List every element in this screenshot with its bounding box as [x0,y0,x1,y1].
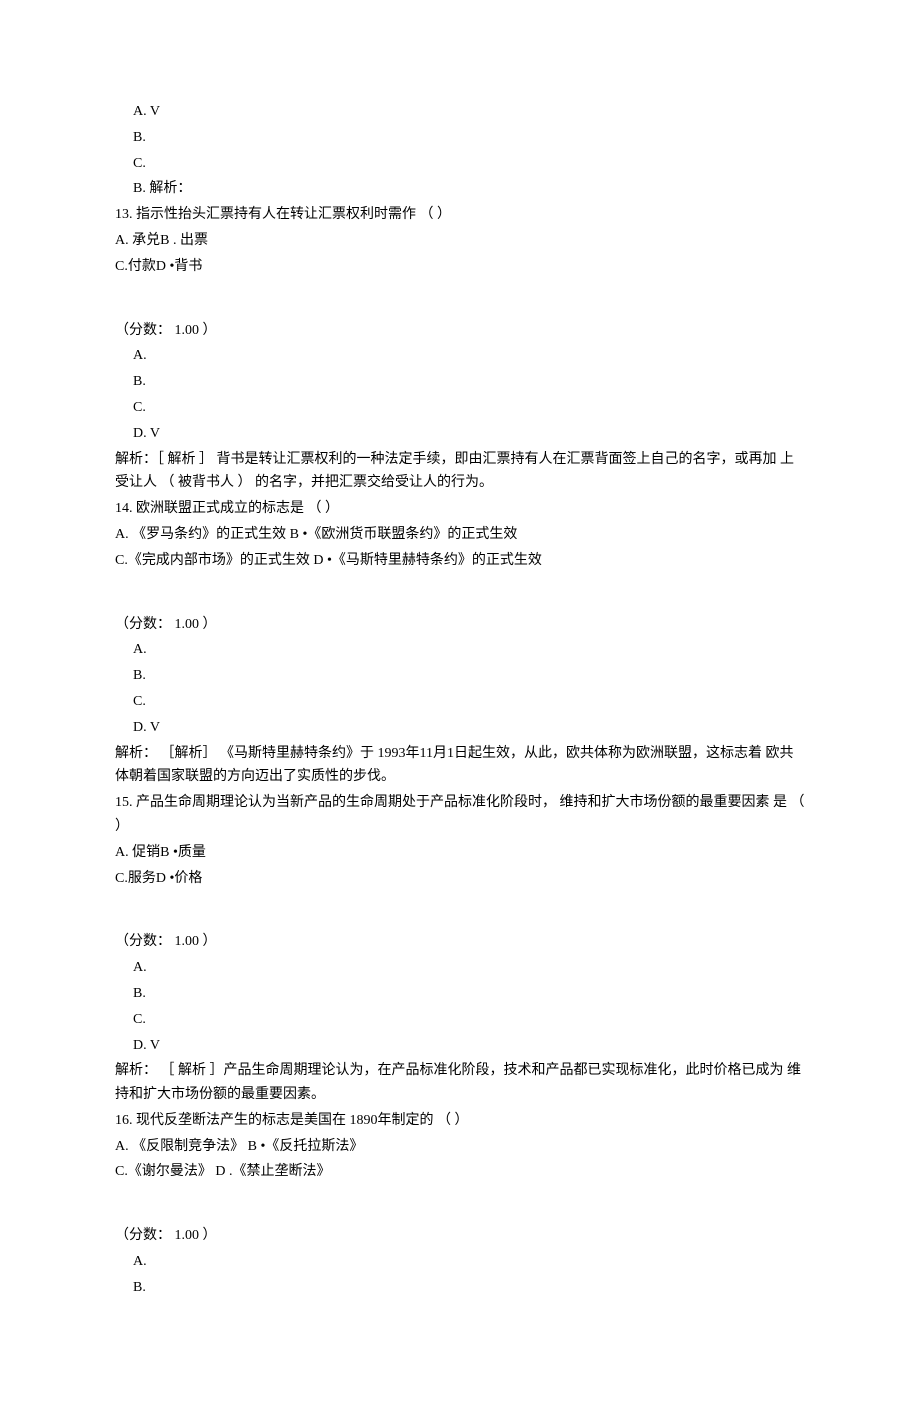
q15-score: （分数： 1.00 ） [115,930,805,954]
q14-option-c: C. [115,690,805,714]
q16-score: （分数： 1.00 ） [115,1224,805,1248]
q13-option-c: C. [115,396,805,420]
q15-option-b: B. [115,982,805,1006]
q16-option-b: B. [115,1276,805,1300]
q15-option-c: C. [115,1008,805,1032]
q13-options-line1: A. 承兑B . 出票 [115,229,805,253]
q16-options-line1: A. 《反限制竞争法》 B •《反托拉斯法》 [115,1135,805,1159]
q14-options-line2: C.《完成内部市场》的正式生效 D •《马斯特里赫特条约》的正式生效 [115,549,805,573]
q12-answer-label: B. 解析： [115,177,805,201]
q13-options-line2: C.付款D •背书 [115,255,805,279]
q13-option-d: D. V [115,422,805,446]
q14-option-a: A. [115,638,805,662]
q13-stem: 13. 指示性抬头汇票持有人在转让汇票权利时需作 （ ） [115,203,805,227]
q15-options-line1: A. 促销B •质量 [115,841,805,865]
q12-option-a: A. V [115,100,805,124]
q15-analysis: 解析： ［ 解析 ］产品生命周期理论认为，在产品标准化阶段，技术和产品都已实现标… [115,1059,805,1107]
q15-options-line2: C.服务D •价格 [115,867,805,891]
q12-option-b: B. [115,126,805,150]
q13-score: （分数： 1.00 ） [115,319,805,343]
q13-analysis: 解析：［ 解析 ］ 背书是转让汇票权利的一种法定手续，即由汇票持有人在汇票背面签… [115,448,805,496]
q14-option-d: D. V [115,716,805,740]
q16-option-a: A. [115,1250,805,1274]
q14-options-line1: A. 《罗马条约》的正式生效 B •《欧洲货币联盟条约》的正式生效 [115,523,805,547]
q14-option-b: B. [115,664,805,688]
q14-analysis: 解析： ［解析］ 《马斯特里赫特条约》于 1993年11月1日起生效，从此，欧共… [115,742,805,790]
q13-option-b: B. [115,370,805,394]
q15-option-d: D. V [115,1034,805,1058]
q14-stem: 14. 欧洲联盟正式成立的标志是 （ ） [115,497,805,521]
q13-option-a: A. [115,344,805,368]
q16-options-line2: C.《谢尔曼法》 D .《禁止垄断法》 [115,1160,805,1184]
q16-stem: 16. 现代反垄断法产生的标志是美国在 1890年制定的 （ ） [115,1109,805,1133]
q15-option-a: A. [115,956,805,980]
q15-stem: 15. 产品生命周期理论认为当新产品的生命周期处于产品标准化阶段时， 维持和扩大… [115,791,805,839]
q12-option-c: C. [115,152,805,176]
q14-score: （分数： 1.00 ） [115,613,805,637]
